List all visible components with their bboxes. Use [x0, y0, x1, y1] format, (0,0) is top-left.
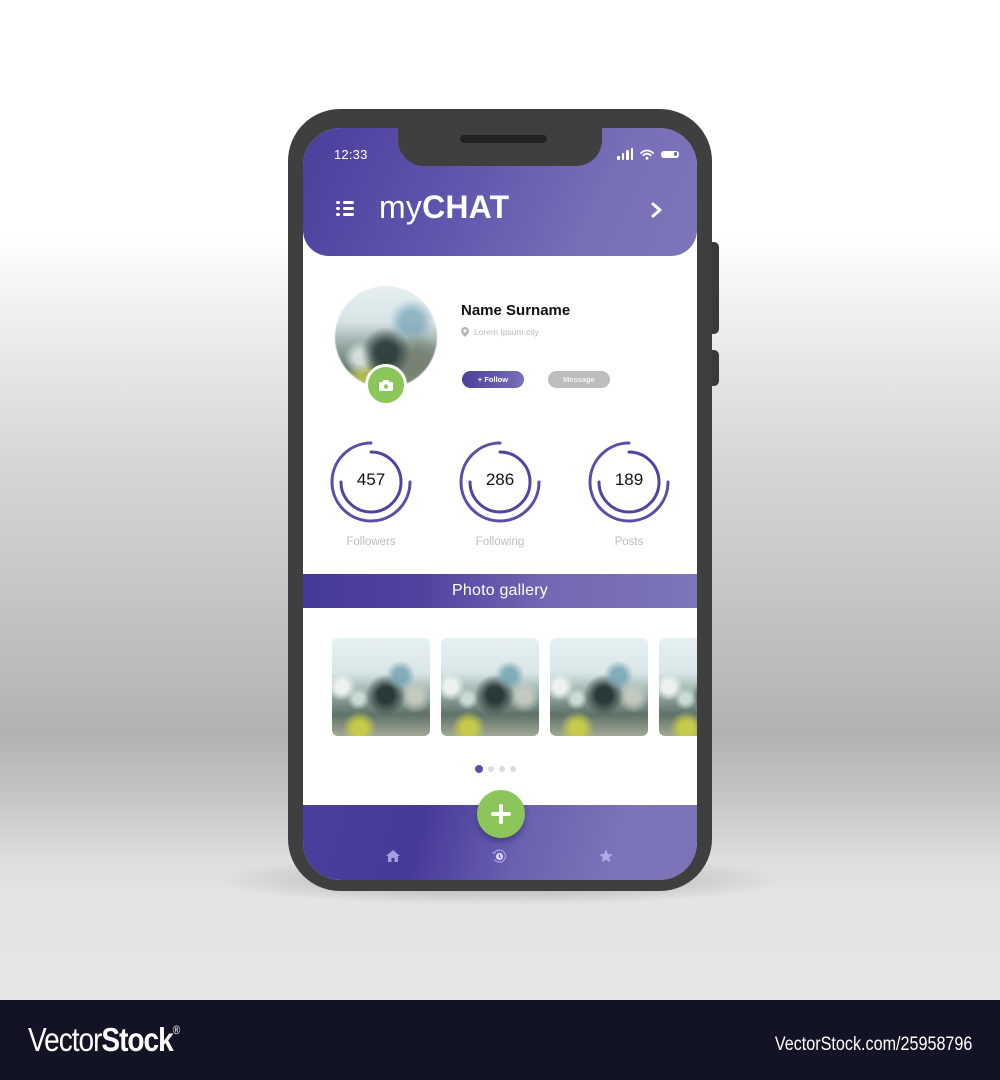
battery-icon [661, 150, 679, 158]
plus-icon [491, 804, 511, 824]
watermark-url: VectorStock.com/25958796 [774, 1034, 972, 1055]
app-title-light: my [379, 189, 423, 225]
gallery-photo[interactable] [550, 638, 648, 736]
stat-label: Posts [614, 536, 644, 548]
gallery-pagination [475, 765, 516, 773]
pagination-dot[interactable] [499, 766, 505, 772]
star-icon[interactable] [598, 848, 614, 864]
gallery-photo[interactable] [332, 638, 430, 736]
home-icon[interactable] [385, 848, 401, 864]
history-icon[interactable] [491, 848, 507, 864]
gallery-photo[interactable] [441, 638, 539, 736]
gallery-photo[interactable] [659, 638, 697, 736]
registered-mark: ® [172, 1023, 180, 1037]
wifi-icon [640, 149, 654, 160]
stat-label: Following [475, 536, 525, 548]
chevron-right-icon[interactable] [647, 198, 667, 222]
camera-icon [379, 379, 393, 391]
gallery-header: Photo gallery [303, 574, 697, 608]
stat-value: 457 [356, 470, 386, 489]
profile-name: Name Surname [461, 302, 571, 319]
speaker-grille [460, 135, 547, 143]
app-header: 12:33 myCHAT [303, 128, 697, 256]
map-pin-icon [461, 327, 469, 337]
stat-followers[interactable]: 457 Followers [329, 440, 419, 560]
stat-value: 286 [485, 470, 515, 489]
phone-screen: 12:33 myCHAT Name Surname Lorem Ipsum ci… [303, 128, 697, 880]
status-icons [617, 148, 679, 160]
menu-list-icon[interactable] [336, 201, 358, 219]
watermark-logo-bold: Stock [101, 1021, 173, 1058]
phone-notch [398, 128, 602, 166]
status-time: 12:33 [334, 147, 368, 162]
stat-following[interactable]: 286 Following [458, 440, 548, 560]
stat-posts[interactable]: 189 Posts [587, 440, 677, 560]
gallery-title: Photo gallery [452, 582, 548, 599]
follow-button[interactable]: + Follow [462, 371, 524, 388]
profile-location: Lorem Ipsum city [461, 327, 539, 337]
app-title-bold: CHAT [422, 189, 510, 225]
watermark-logo-light: Vector [28, 1021, 102, 1058]
pagination-dot-active[interactable] [475, 765, 483, 773]
change-photo-button[interactable] [365, 364, 407, 406]
app-title: myCHAT [379, 189, 509, 226]
watermark-logo: VectorStock® [28, 1021, 180, 1059]
watermark-footer: VectorStock® VectorStock.com/25958796 [0, 1000, 1000, 1080]
add-button[interactable] [477, 790, 525, 838]
stat-value: 189 [614, 470, 644, 489]
signal-icon [617, 148, 633, 160]
pagination-dot[interactable] [510, 766, 516, 772]
profile-location-text: Lorem Ipsum city [474, 327, 539, 337]
stat-label: Followers [346, 536, 396, 548]
message-button[interactable]: Message [548, 371, 610, 388]
pagination-dot[interactable] [488, 766, 494, 772]
